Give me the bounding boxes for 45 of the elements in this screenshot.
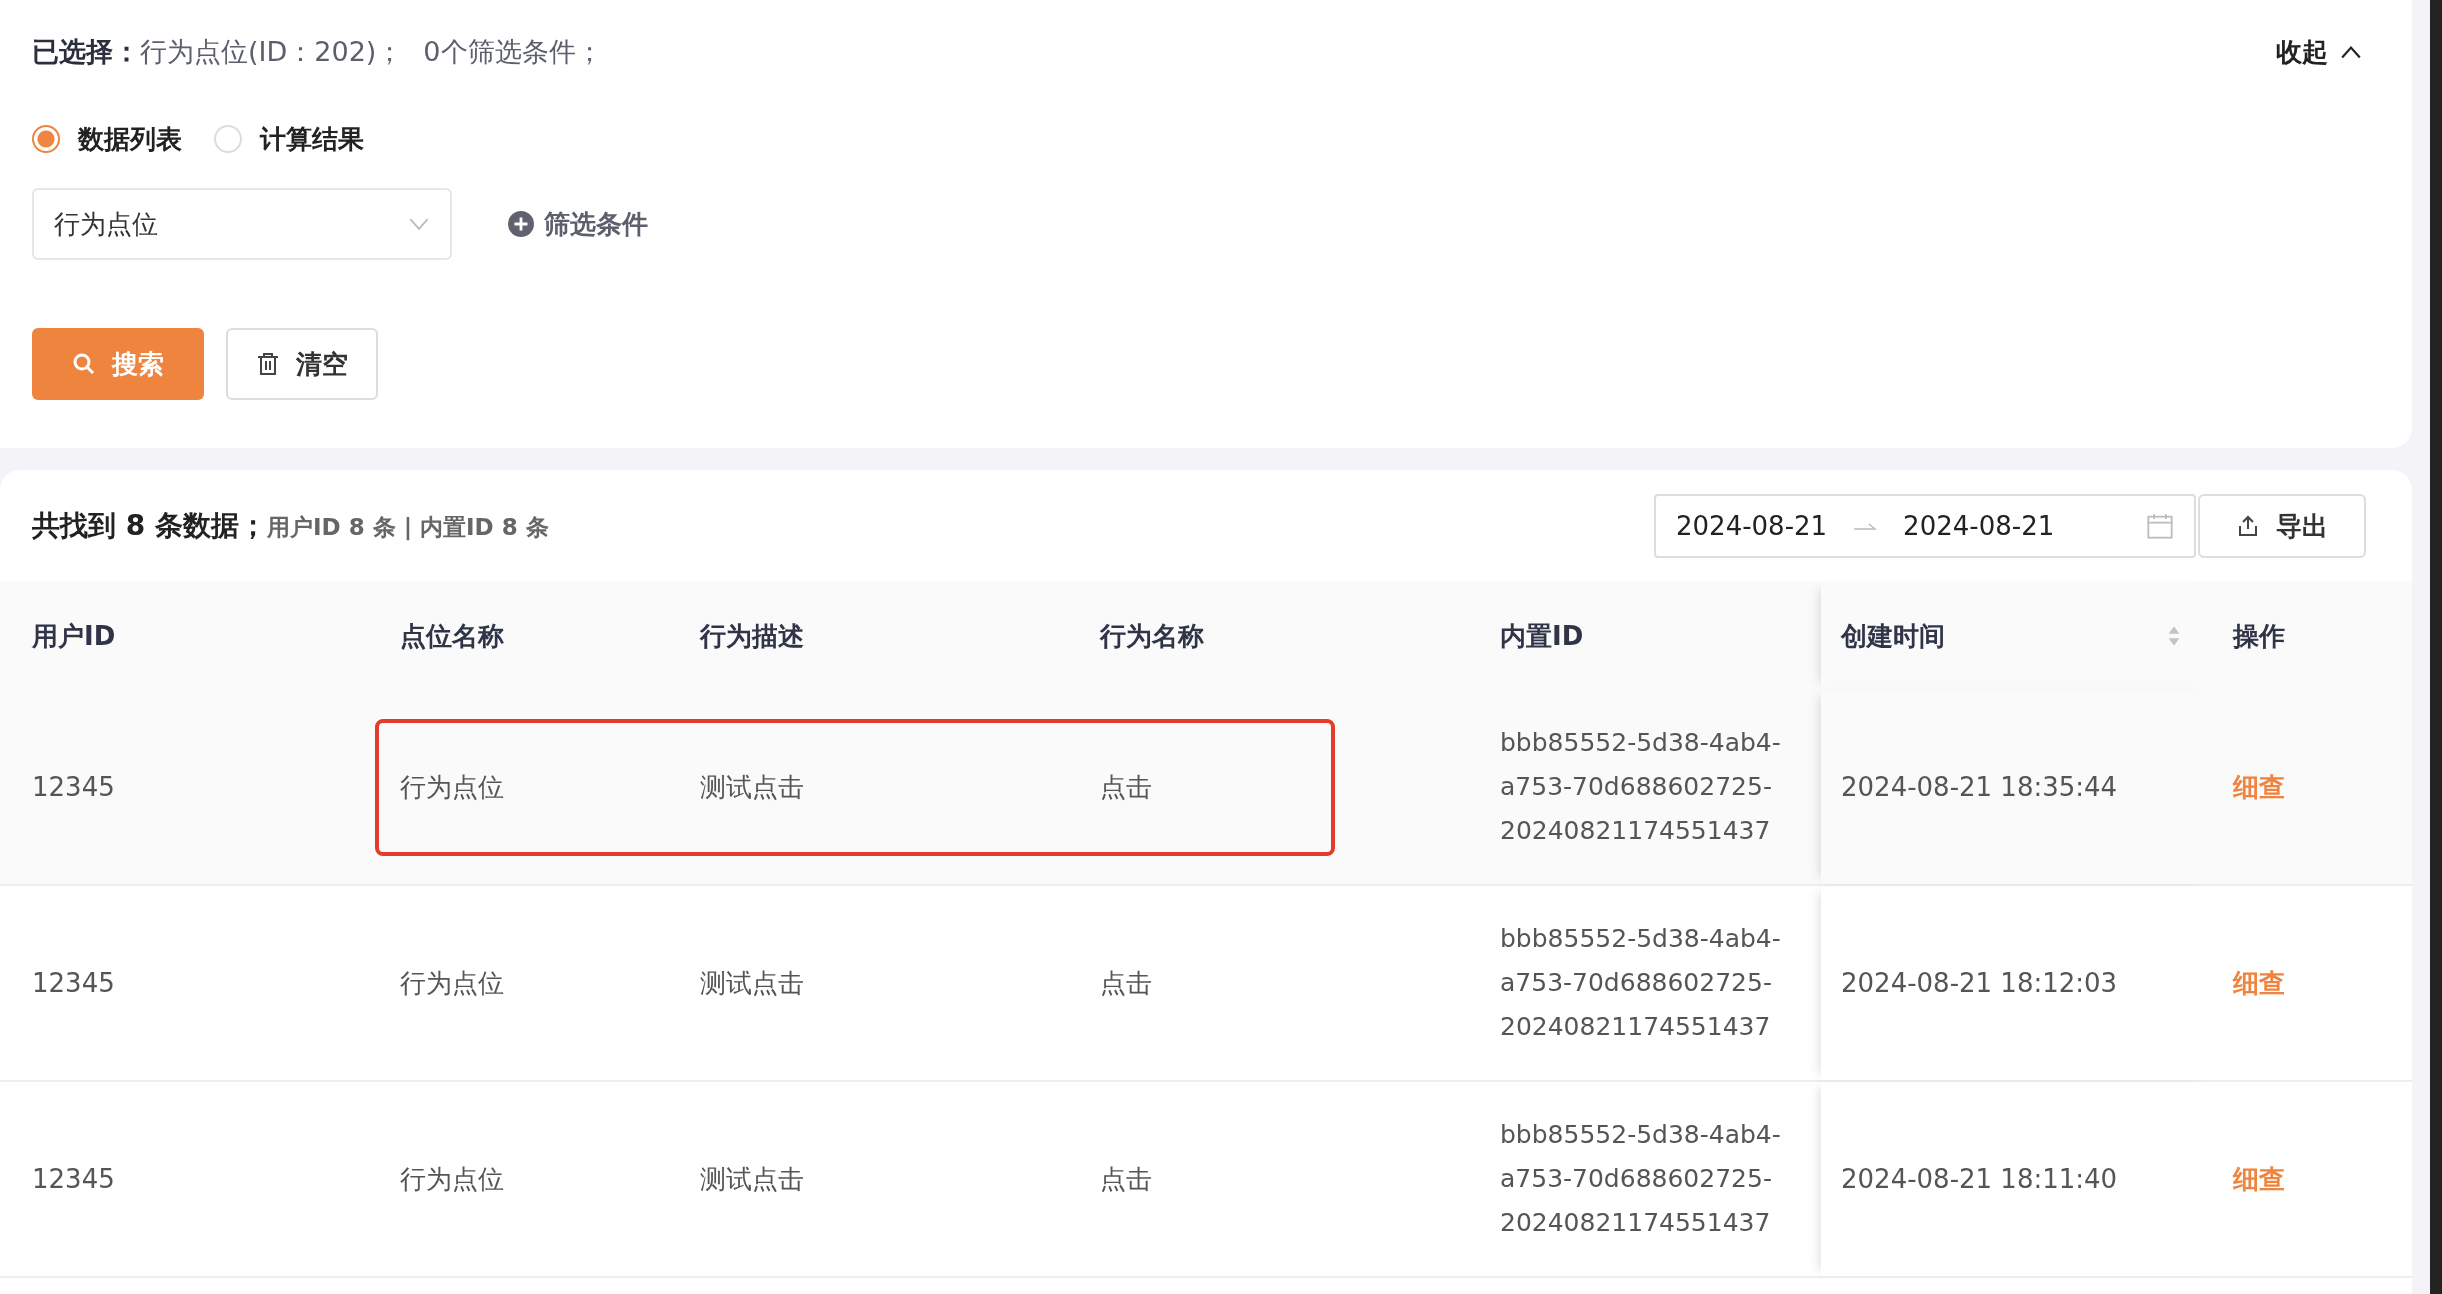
table-cell-text: bbb85552-5d38-4ab4-a753-70d688602725-20240821174551437 xyxy=(1500,923,1781,1043)
selection-value: 行为点位(ID：202)； xyxy=(140,35,404,69)
table-cell-text: 测试点击 xyxy=(700,966,804,1000)
table-cell-text: 点击 xyxy=(1100,770,1152,804)
trash-icon xyxy=(256,352,280,376)
column-header: 内置ID xyxy=(1500,619,1585,653)
search-icon xyxy=(72,352,96,376)
view-radio[interactable]: 计算结果 xyxy=(214,121,364,157)
table-cell: 12345 xyxy=(32,968,115,998)
table-cell-text: 行为点位 xyxy=(400,770,504,804)
collapse-toggle[interactable]: 收起 xyxy=(2270,33,2368,71)
table-cell-text: 测试点击 xyxy=(700,770,804,804)
column-header: 用户ID xyxy=(31,619,117,653)
plus-circle-icon xyxy=(508,211,534,237)
export-icon xyxy=(2236,514,2260,538)
add-filter-button[interactable]: 筛选条件 xyxy=(502,205,654,243)
column-header: 操作 xyxy=(2231,619,2286,653)
table-cell: 2024-08-21 18:35:44 xyxy=(1841,772,2118,802)
column-header: 创建时间 xyxy=(1821,582,2213,690)
date-range-picker[interactable]: 2024-08-21 2024-08-21 xyxy=(1654,494,2196,558)
table-cell-text: bbb85552-5d38-4ab4-a753-70d688602725-20240821174551437 xyxy=(1500,727,1781,847)
result-breakdown: 用户ID 8 条 | 内置ID 8 条 xyxy=(267,513,549,543)
table-cell-text: 测试点击 xyxy=(700,1162,804,1196)
table-cell: 2024-08-21 18:11:40 xyxy=(1841,1164,2118,1194)
table-cell-text: bbb85552-5d38-4ab4-a753-70d688602725-20240821174551437 xyxy=(1500,1119,1781,1239)
table-cell-text: 行为点位 xyxy=(400,966,504,1000)
export-button[interactable]: 导出 xyxy=(2198,494,2366,558)
calendar-icon xyxy=(2146,512,2174,540)
chevron-icon xyxy=(2340,45,2362,59)
selection-label: 已选择： xyxy=(32,35,140,69)
table-cell-text: 行为点位 xyxy=(400,1162,504,1196)
result-count: 共找到 8 条数据； xyxy=(32,508,267,544)
table-cell-text: 点击 xyxy=(1100,1162,1152,1196)
type-select[interactable]: 行为点位 xyxy=(32,188,452,260)
table-cell-text: 点击 xyxy=(1100,966,1152,1000)
view-radio[interactable]: 数据列表 xyxy=(32,121,182,157)
table-cell: 12345 xyxy=(32,772,115,802)
filter-count: 0个筛选条件； xyxy=(423,35,603,69)
column-header: 行为名称 xyxy=(1100,619,1205,653)
clear-button[interactable]: 清空 xyxy=(226,328,378,400)
table-cell: 12345 xyxy=(32,1164,115,1194)
column-header: 行为描述 xyxy=(700,619,805,653)
caret-icon xyxy=(408,217,430,231)
table-cell: 2024-08-21 18:12:03 xyxy=(1841,968,2118,998)
column-header: 点位名称 xyxy=(400,619,505,653)
